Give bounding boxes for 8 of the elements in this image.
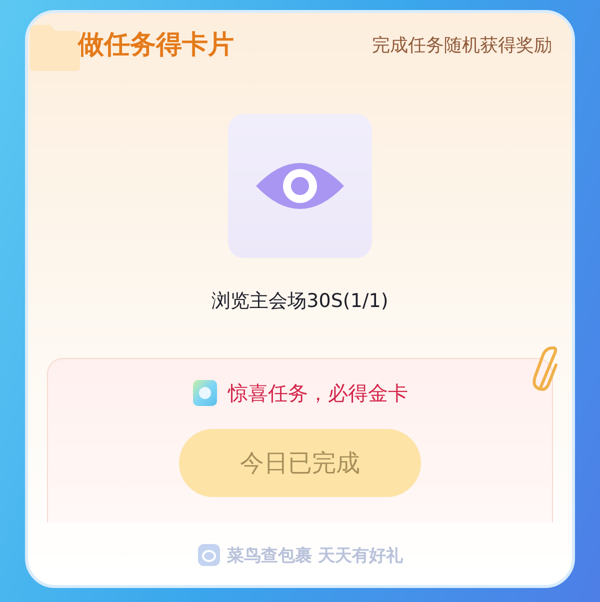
bonus-text: 惊喜任务，必得金卡 [228, 380, 408, 406]
app-logo-icon [197, 543, 221, 567]
card-subtitle: 完成任务随机获得奖励 [372, 34, 552, 56]
card-title: 做任务得卡片 [78, 29, 234, 62]
task-name: 浏览主会场30S(1/1) [212, 289, 388, 314]
slogan: 天天有好礼 [318, 544, 403, 566]
brand-name: 菜鸟查包裹 [227, 544, 312, 566]
app-icon [192, 379, 218, 407]
